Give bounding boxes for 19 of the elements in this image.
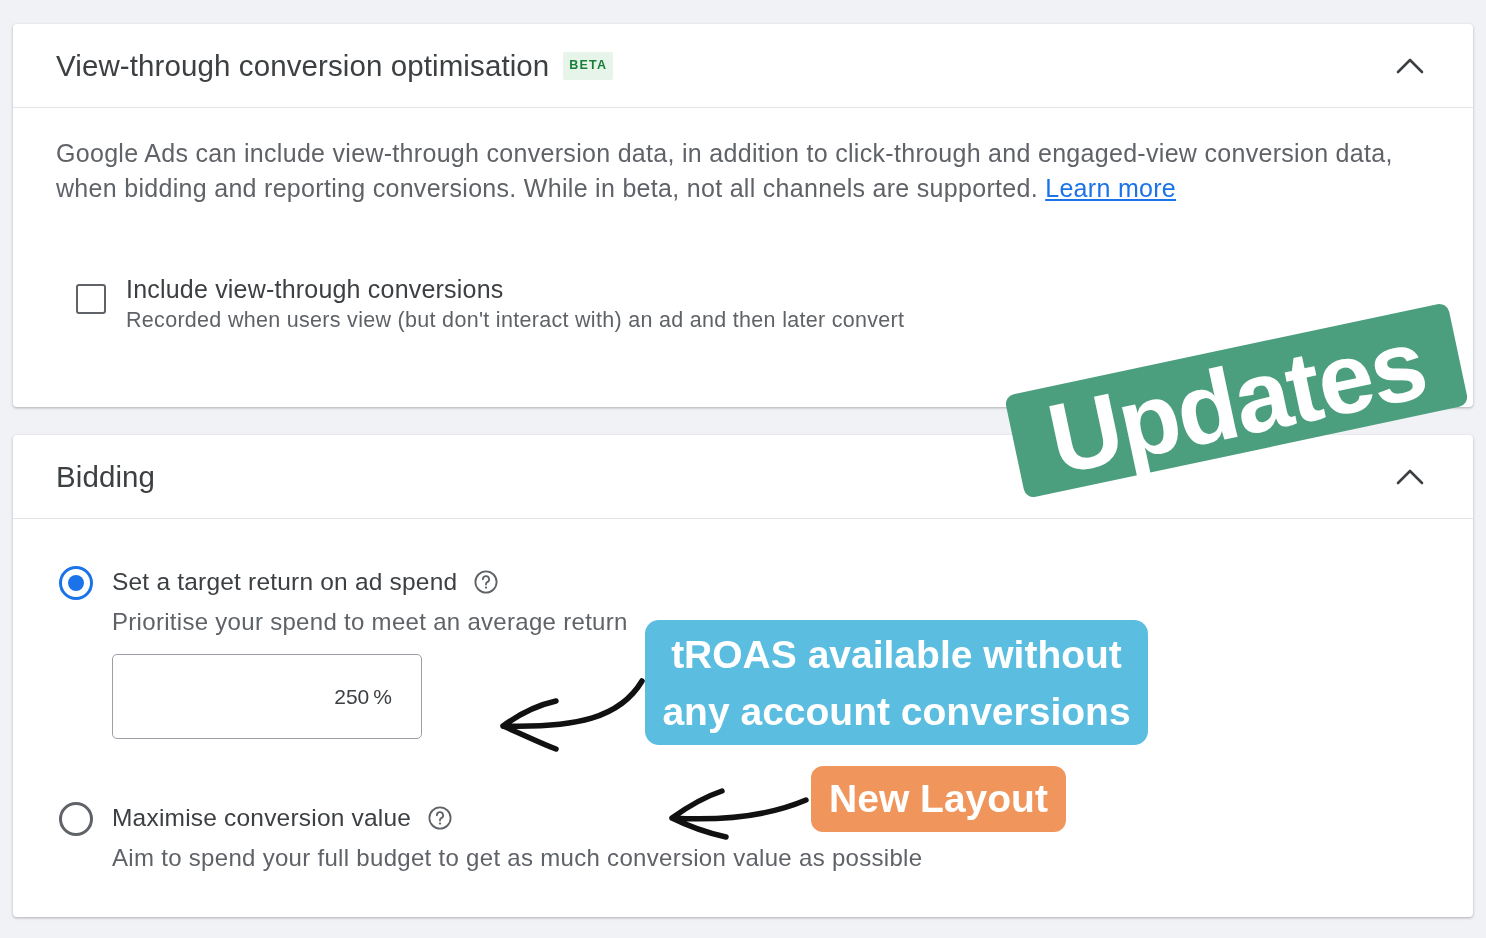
annotation-callout: New Layout xyxy=(811,766,1066,832)
radio-button[interactable] xyxy=(59,566,93,600)
beta-badge: BETA xyxy=(563,51,614,80)
target-roas-field[interactable]: 250 % xyxy=(112,654,422,739)
card-title: View-through conversion optimisation xyxy=(56,47,550,84)
card-title: Bidding xyxy=(56,458,156,495)
learn-more-link[interactable]: Learn more xyxy=(1045,174,1177,202)
help-icon xyxy=(474,570,499,594)
option-description: Aim to spend your full budget to get as much conversion value as possible xyxy=(112,844,923,872)
description-text: Google Ads can include view-through conversion data, in addition to click-through and engaged-view conversion data, when bidding and reporting conversions. While in beta, not all channels are supported. Learn more xyxy=(56,138,1394,204)
option-description: Prioritise your spend to meet an average return xyxy=(112,608,628,636)
checkbox[interactable] xyxy=(76,284,106,314)
radio-label: Set a target return on ad spend xyxy=(112,567,458,597)
option-description: Recorded when users view (but don't interact with) an ad and then later convert xyxy=(126,307,905,333)
radio-label: Maximise conversion value xyxy=(112,803,412,833)
help-icon xyxy=(428,806,453,830)
checkbox-label: Include view-through conversions xyxy=(126,275,505,303)
radio-button[interactable] xyxy=(59,802,93,836)
annotation-callout: tROAS available without any account conversions xyxy=(645,620,1148,745)
